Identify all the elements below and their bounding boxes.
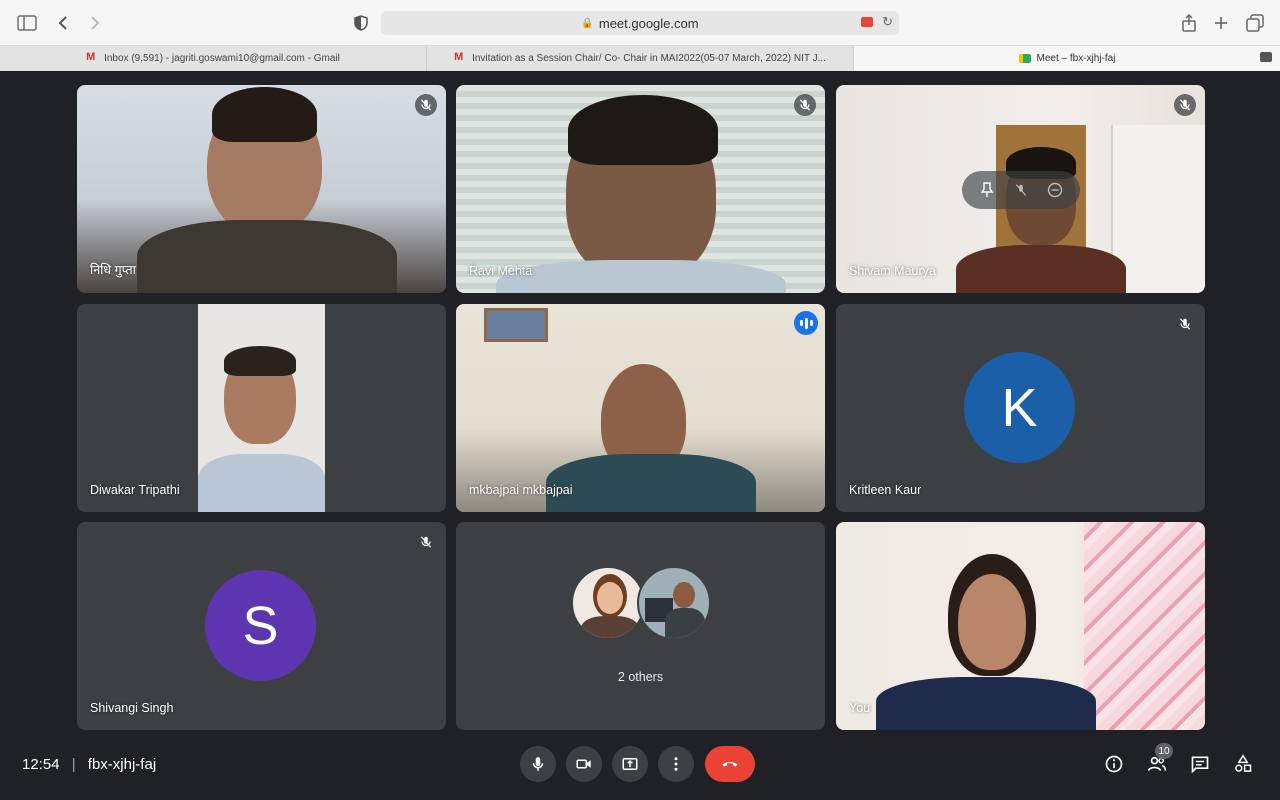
camera-recording-icon[interactable] [861, 17, 873, 27]
tab-meet[interactable]: Meet – fbx-xjhj-faj [854, 46, 1280, 71]
microphone-icon [532, 757, 544, 771]
participant-name: Kritleen Kaur [849, 483, 922, 497]
address-bar[interactable]: 🔒 meet.google.com ↻ [381, 11, 899, 35]
participant-tile[interactable]: Diwakar Tripathi [77, 304, 446, 512]
participant-name: Ravi Mehta [469, 264, 533, 278]
camera-button[interactable] [566, 746, 602, 782]
avatar-initial: S [242, 595, 279, 656]
tab-label: Inbox (9,591) - jagriti.goswami10@gmail.… [104, 53, 340, 64]
tab-label: Invitation as a Session Chair/ Co- Chair… [472, 53, 826, 64]
forward-icon[interactable] [84, 12, 106, 34]
back-icon[interactable] [52, 12, 74, 34]
sidebar-toggle-icon[interactable] [16, 12, 38, 34]
avatar-initial: K [1001, 377, 1038, 438]
meeting-details-button[interactable] [1102, 752, 1126, 776]
present-screen-button[interactable] [612, 746, 648, 782]
tab-overview-icon[interactable] [1244, 12, 1266, 34]
participant-name: Shivangi Singh [90, 701, 174, 715]
chat-icon [1191, 756, 1209, 774]
participant-video [198, 304, 325, 512]
activities-shapes-icon [1235, 754, 1252, 772]
privacy-shield-icon[interactable] [350, 12, 372, 34]
muted-mic-icon [415, 531, 437, 553]
participant-count-badge: 10 [1155, 743, 1173, 759]
tab-bar: Inbox (9,591) - jagriti.goswami10@gmail.… [0, 46, 1280, 71]
meeting-time: 12:54 [22, 756, 60, 773]
people-button[interactable]: 10 [1145, 743, 1173, 776]
microphone-button[interactable] [520, 746, 556, 782]
present-screen-icon [622, 758, 638, 770]
more-options-button[interactable] [658, 746, 694, 782]
lock-icon: 🔒 [581, 17, 594, 29]
more-vert-icon [674, 757, 678, 771]
camera-icon [576, 759, 591, 769]
hang-up-icon [722, 761, 738, 767]
activities-button[interactable] [1231, 752, 1255, 776]
reload-icon[interactable]: ↻ [882, 14, 893, 30]
new-tab-icon[interactable] [1210, 12, 1232, 34]
chat-button[interactable] [1188, 752, 1212, 776]
self-video [836, 522, 1205, 730]
muted-mic-icon [1174, 94, 1196, 116]
meeting-code: fbx-xjhj-faj [87, 756, 157, 773]
others-tile[interactable]: 2 others [456, 522, 825, 730]
gmail-icon [454, 51, 466, 63]
share-icon[interactable] [1178, 12, 1200, 34]
camera-in-use-icon [1260, 52, 1272, 62]
gmail-icon [86, 51, 98, 63]
participant-video [456, 85, 825, 293]
avatar: K [964, 352, 1075, 463]
tab-label: Meet – fbx-xjhj-faj [1036, 53, 1116, 64]
participant-name: mkbajpai mkbajpai [469, 483, 573, 497]
participant-tile[interactable]: Shivam Maurya [836, 85, 1205, 293]
remove-participant-icon[interactable] [1045, 180, 1065, 200]
participant-tile[interactable]: S Shivangi Singh [77, 522, 446, 730]
others-label: 2 others [617, 670, 664, 684]
participant-tile[interactable]: K Kritleen Kaur [836, 304, 1205, 512]
meeting-info: 12:54 | fbx-xjhj-faj [22, 756, 156, 773]
self-tile[interactable]: You [836, 522, 1205, 730]
avatar [637, 566, 711, 640]
tab-gmail-inbox[interactable]: Inbox (9,591) - jagriti.goswami10@gmail.… [0, 46, 427, 71]
participant-tile-active-speaker[interactable]: mkbajpai mkbajpai [456, 304, 825, 512]
avatar [571, 566, 645, 640]
call-controls-bar: 12:54 | fbx-xjhj-faj 10 [0, 738, 1280, 800]
url-text: meet.google.com [598, 15, 699, 31]
browser-toolbar: 🔒 meet.google.com ↻ [0, 0, 1280, 46]
mute-participant-icon[interactable] [1011, 180, 1031, 200]
participant-video [456, 304, 825, 512]
tile-hover-controls [962, 171, 1080, 209]
speaking-indicator-icon [794, 311, 818, 335]
participant-name: You [849, 701, 871, 715]
participant-tile[interactable]: Ravi Mehta [456, 85, 825, 293]
muted-mic-icon [794, 94, 816, 116]
info-icon [1105, 755, 1123, 773]
meet-icon [1018, 54, 1031, 63]
separator: | [71, 756, 76, 773]
pin-icon[interactable] [977, 180, 997, 200]
tab-gmail-invitation[interactable]: Invitation as a Session Chair/ Co- Chair… [427, 46, 854, 71]
leave-call-button[interactable] [705, 746, 755, 782]
participant-tile[interactable]: निधि गुप्ता [77, 85, 446, 293]
participant-name: Shivam Maurya [849, 264, 936, 278]
muted-mic-icon [415, 94, 437, 116]
muted-mic-icon [1174, 313, 1196, 335]
participant-name: Diwakar Tripathi [90, 483, 180, 497]
avatar: S [205, 570, 316, 681]
participant-name: निधि गुप्ता [90, 263, 136, 277]
